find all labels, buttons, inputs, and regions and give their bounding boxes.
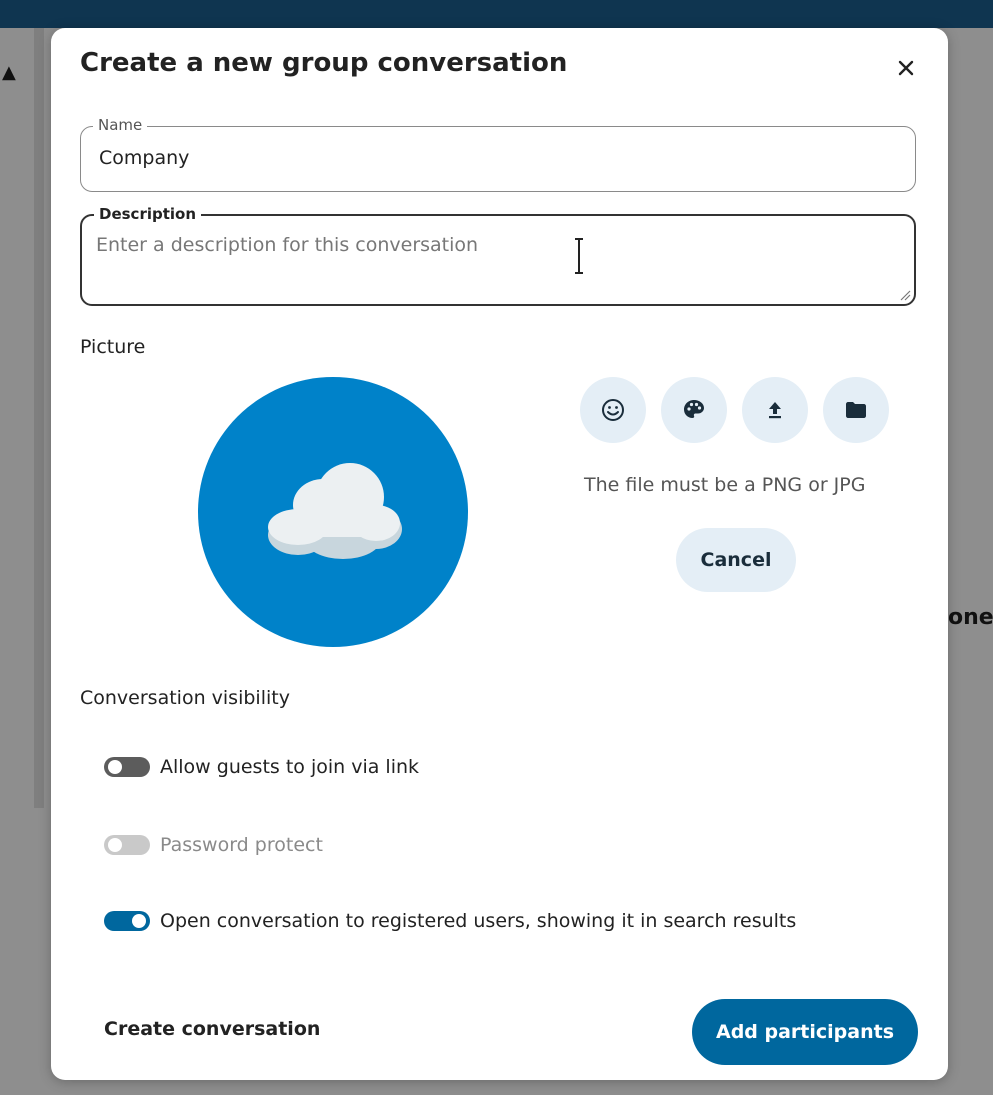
create-conversation-dialog: Create a new group conversation Name Com… [51,28,948,1080]
emoji-icon [602,399,624,421]
toggle-knob [108,838,122,852]
name-field[interactable]: Name Company [80,116,916,192]
resize-grip-icon[interactable] [899,289,911,301]
upload-icon [769,402,781,419]
close-icon [898,60,914,76]
password-protect-label: Password protect [160,834,323,856]
cancel-button[interactable]: Cancel [676,528,796,592]
name-field-label: Name [93,116,148,134]
allow-guests-toggle[interactable]: Allow guests to join via link [104,756,419,778]
name-field-value[interactable]: Company [99,147,189,169]
background-sidebar [34,28,44,808]
upload-button[interactable] [742,377,808,443]
palette-icon [684,400,704,418]
folder-icon [846,402,866,418]
dialog-title: Create a new group conversation [80,48,568,78]
description-placeholder[interactable]: Enter a description for this conversatio… [96,234,478,256]
open-conversation-label[interactable]: Open conversation to registered users, s… [160,910,796,932]
toggle-knob [132,914,146,928]
toggle-switch [104,835,150,855]
file-type-hint: The file must be a PNG or JPG [584,474,866,496]
picture-label: Picture [80,336,146,358]
password-protect-toggle: Password protect [104,834,323,856]
conversation-avatar [198,377,468,647]
emoji-button[interactable] [580,377,646,443]
color-button[interactable] [661,377,727,443]
folder-button[interactable] [823,377,889,443]
open-conversation-toggle[interactable]: Open conversation to registered users, s… [104,910,796,932]
toggle-switch[interactable] [104,911,150,931]
visibility-label: Conversation visibility [80,687,290,709]
description-field-label: Description [94,205,202,223]
background-icon: ▲ [2,62,16,83]
text-cursor-icon [575,238,583,274]
description-field[interactable]: Description Enter a description for this… [80,205,916,306]
app-header [0,0,993,28]
toggle-knob [108,760,122,774]
create-conversation-button[interactable]: Create conversation [104,1018,320,1040]
toggle-switch[interactable] [104,757,150,777]
cloud-icon [268,463,402,559]
allow-guests-label[interactable]: Allow guests to join via link [160,756,419,778]
background-text: one [948,605,993,630]
close-button[interactable] [886,48,926,88]
add-participants-button[interactable]: Add participants [692,999,918,1065]
